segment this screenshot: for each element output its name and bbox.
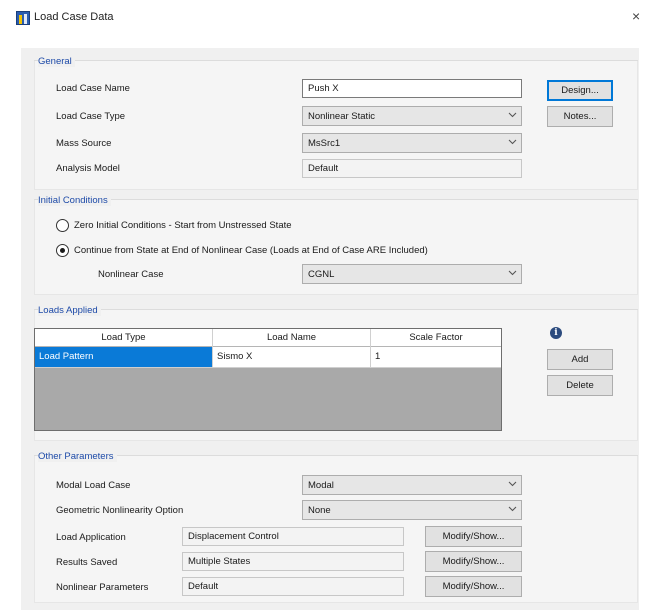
- nonlinear-parameters-label: Nonlinear Parameters: [56, 582, 149, 593]
- chevron-down-icon: [508, 112, 517, 118]
- load-case-type-label: Load Case Type: [56, 111, 126, 122]
- modal-load-case-label: Modal Load Case: [56, 480, 131, 491]
- close-icon[interactable]: ×: [632, 8, 640, 24]
- mass-source-label: Mass Source: [56, 138, 112, 149]
- initial-conditions-group-title: Initial Conditions: [38, 195, 111, 206]
- window-title: Load Case Data: [34, 11, 114, 23]
- load-case-name-label: Load Case Name: [56, 83, 130, 94]
- load-case-type-value: Nonlinear Static: [308, 111, 376, 122]
- analysis-model-label: Analysis Model: [56, 163, 120, 174]
- design-button[interactable]: Design...: [547, 80, 613, 101]
- loads-applied-group-border: Loads Applied: [34, 305, 638, 316]
- mass-source-dropdown[interactable]: MsSrc1: [302, 133, 522, 153]
- analysis-model-field: Default: [302, 159, 522, 178]
- cell-scale-factor[interactable]: 1: [371, 347, 501, 367]
- zero-initial-conditions-label: Zero Initial Conditions - Start from Uns…: [74, 220, 292, 231]
- delete-button[interactable]: Delete: [547, 375, 613, 396]
- column-header-load-type[interactable]: Load Type: [35, 329, 213, 347]
- chevron-down-icon: [508, 481, 517, 487]
- general-group-border: General: [34, 56, 638, 67]
- mass-source-value: MsSrc1: [308, 138, 341, 149]
- results-saved-field: Multiple States: [182, 552, 404, 571]
- results-saved-modify-show-button[interactable]: Modify/Show...: [425, 551, 522, 572]
- results-saved-label: Results Saved: [56, 557, 118, 568]
- load-application-field: Displacement Control: [182, 527, 404, 546]
- continue-from-state-radio[interactable]: [56, 244, 69, 257]
- loads-applied-group-title: Loads Applied: [38, 305, 101, 316]
- geometric-nonlinearity-value: None: [308, 505, 331, 516]
- title-bar: Load Case Data ×: [0, 0, 649, 36]
- cell-load-type[interactable]: Load Pattern: [35, 347, 213, 367]
- nonlinear-case-value: CGNL: [308, 269, 335, 280]
- notes-button[interactable]: Notes...: [547, 106, 613, 127]
- nonlinear-parameters-modify-show-button[interactable]: Modify/Show...: [425, 576, 522, 597]
- initial-conditions-group-border: Initial Conditions: [34, 195, 638, 206]
- column-header-load-name[interactable]: Load Name: [213, 329, 371, 347]
- load-application-modify-show-button[interactable]: Modify/Show...: [425, 526, 522, 547]
- etabs-app-icon: [16, 11, 30, 25]
- nonlinear-case-label: Nonlinear Case: [98, 269, 164, 280]
- general-group-title: General: [38, 56, 75, 67]
- load-case-name-field[interactable]: Push X: [302, 79, 522, 98]
- modal-load-case-value: Modal: [308, 480, 334, 491]
- chevron-down-icon: [508, 139, 517, 145]
- info-icon[interactable]: i: [550, 327, 562, 339]
- other-parameters-group-border: Other Parameters: [34, 451, 638, 462]
- load-case-type-dropdown[interactable]: Nonlinear Static: [302, 106, 522, 126]
- load-application-label: Load Application: [56, 532, 126, 543]
- add-button[interactable]: Add: [547, 349, 613, 370]
- nonlinear-parameters-field: Default: [182, 577, 404, 596]
- other-parameters-group-title: Other Parameters: [38, 451, 117, 462]
- zero-initial-conditions-radio[interactable]: [56, 219, 69, 232]
- nonlinear-case-dropdown[interactable]: CGNL: [302, 264, 522, 284]
- table-header: Load Type Load Name Scale Factor: [35, 329, 501, 347]
- geometric-nonlinearity-dropdown[interactable]: None: [302, 500, 522, 520]
- cell-load-name[interactable]: Sismo X: [213, 347, 371, 367]
- table-row[interactable]: Load Pattern Sismo X 1: [35, 347, 501, 368]
- chevron-down-icon: [508, 506, 517, 512]
- geometric-nonlinearity-label: Geometric Nonlinearity Option: [56, 505, 184, 516]
- column-header-scale-factor[interactable]: Scale Factor: [371, 329, 501, 347]
- chevron-down-icon: [508, 270, 517, 276]
- continue-from-state-label: Continue from State at End of Nonlinear …: [74, 245, 428, 256]
- loads-applied-table[interactable]: Load Type Load Name Scale Factor Load Pa…: [34, 328, 502, 431]
- modal-load-case-dropdown[interactable]: Modal: [302, 475, 522, 495]
